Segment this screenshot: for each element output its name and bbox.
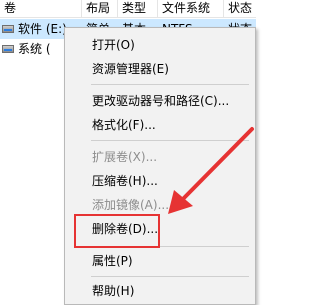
annotation-arrow-icon	[168, 127, 254, 214]
